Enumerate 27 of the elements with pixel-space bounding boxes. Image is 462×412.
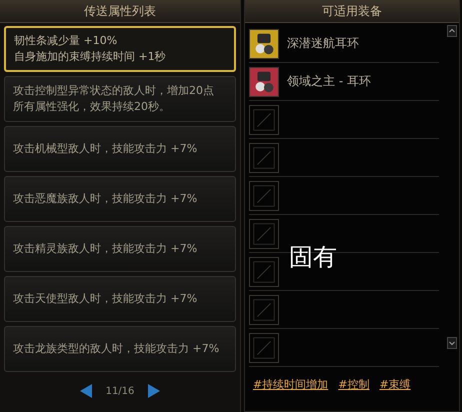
attribute-option[interactable]: 攻击恶魔族敌人时，技能攻击力 +7%	[4, 176, 236, 222]
empty-slot-icon	[249, 104, 279, 134]
empty-slot-icon	[249, 218, 279, 248]
attribute-option[interactable]: 攻击龙族类型的敌人时，技能攻击力 +7%	[4, 326, 236, 372]
item-name: 领域之主 - 耳环	[287, 73, 371, 90]
panel-title: 传送属性列表	[0, 0, 240, 23]
item-name: 深潜迷航耳环	[287, 35, 359, 52]
empty-slot-icon	[249, 180, 279, 210]
next-page-icon[interactable]	[148, 384, 160, 398]
empty-slot-icon	[249, 256, 279, 286]
attribute-option[interactable]: 攻击精灵族敌人时，技能攻击力 +7%	[4, 226, 236, 272]
attribute-option[interactable]: 攻击天使型敌人时，技能攻击力 +7%	[4, 276, 236, 322]
tag-link[interactable]: #控制	[338, 377, 370, 392]
panel-title: 可适用装备	[245, 0, 459, 23]
empty-slot-icon	[249, 142, 279, 172]
attribute-option[interactable]: 韧性条减少量 +10% 自身施加的束缚持续时间 +1秒	[4, 26, 236, 72]
scroll-down-icon[interactable]	[447, 337, 457, 349]
tag-link[interactable]: #持续时间增加	[253, 377, 328, 392]
attribute-option[interactable]: 攻击控制型异常状态的敌人时，增加20点 所有属性强化，效果持续20秒。	[4, 76, 236, 122]
page-indicator: 11/16	[106, 386, 134, 396]
scroll-up-icon[interactable]	[447, 25, 457, 37]
previous-page-icon[interactable]	[80, 384, 92, 398]
tag-link[interactable]: #束缚	[379, 377, 411, 392]
empty-slot-icon	[249, 294, 279, 324]
attribute-option[interactable]: 攻击机械型敌人时，技能攻击力 +7%	[4, 126, 236, 172]
overlay-label: 固有	[289, 243, 337, 271]
empty-slot-icon	[249, 332, 279, 362]
